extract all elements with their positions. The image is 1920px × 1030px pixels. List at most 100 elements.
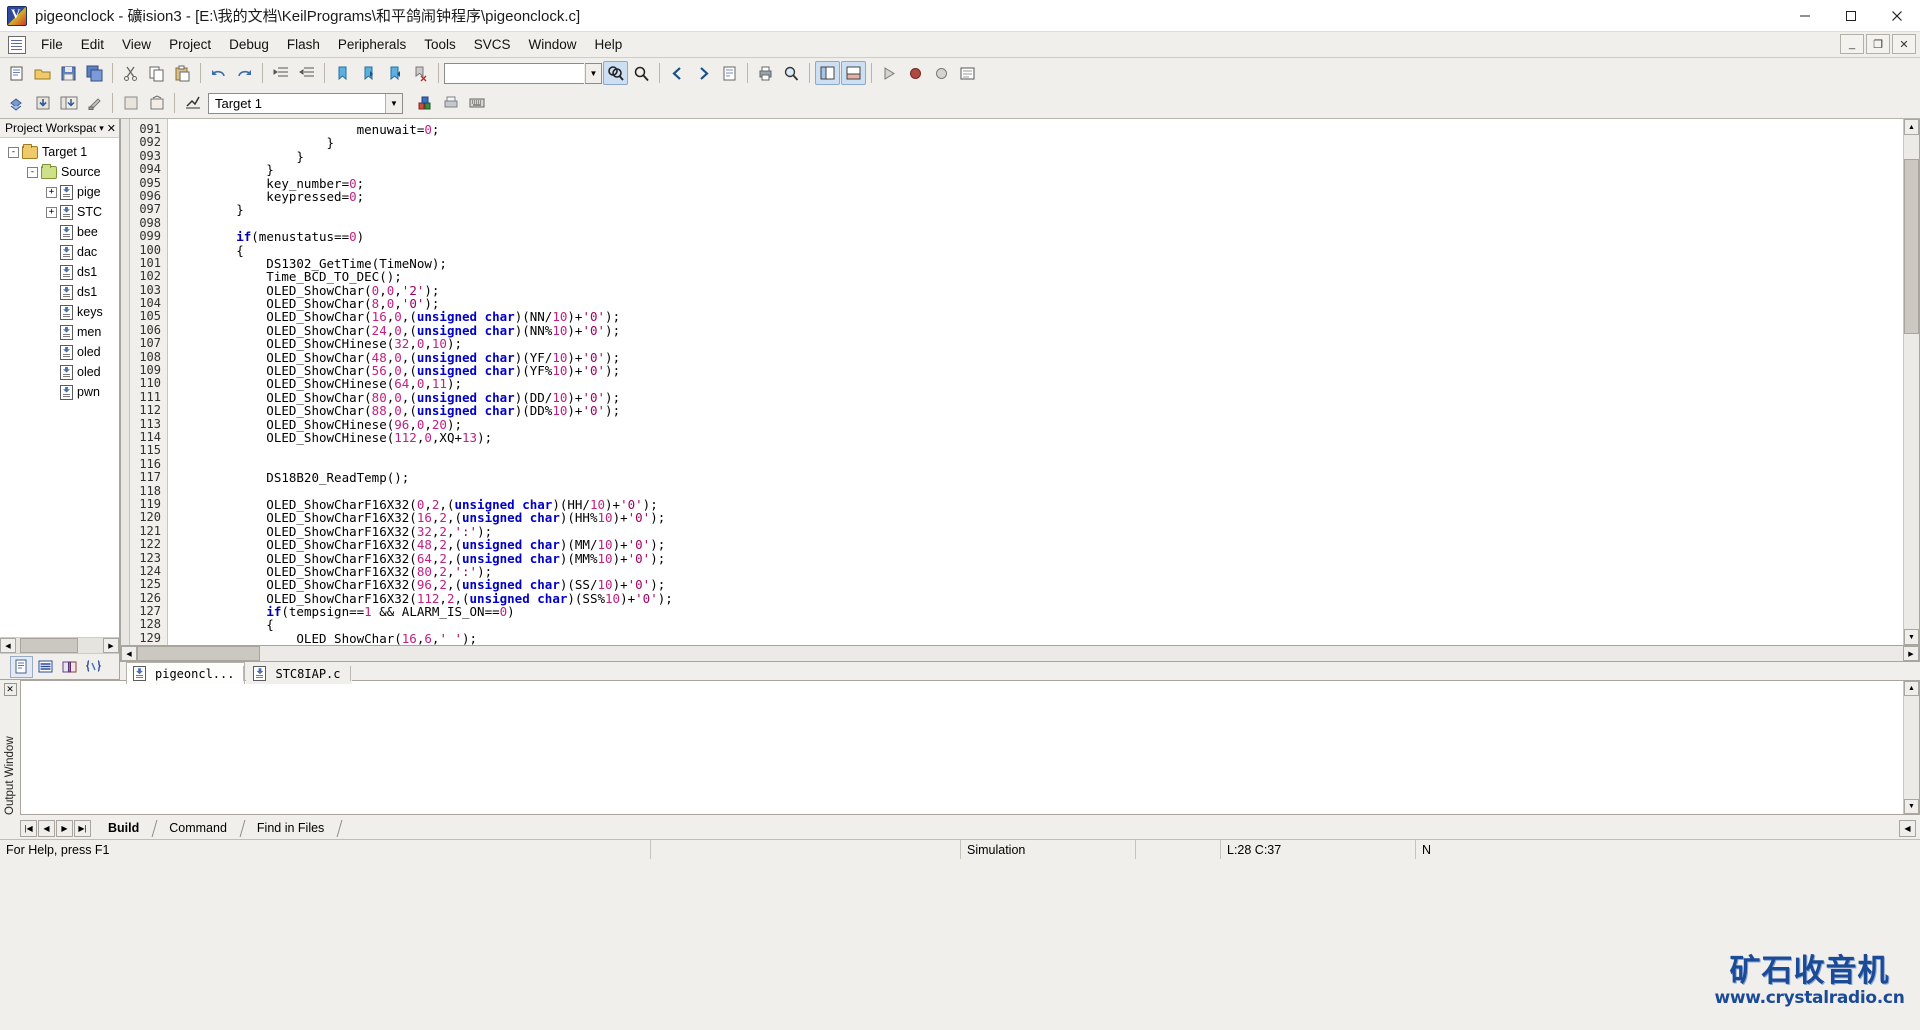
code-line[interactable]: keypressed=0; [176, 190, 1903, 203]
code-line[interactable]: key_number=0; [176, 177, 1903, 190]
code-line[interactable]: if(tempsign==1 && ALARM_IS_ON==0) [176, 605, 1903, 618]
tree-item-men[interactable]: men [0, 322, 119, 342]
tab-build[interactable]: Build [97, 819, 150, 838]
code-line[interactable]: OLED_ShowChar(48,0,(unsigned char)(YF/10… [176, 351, 1903, 364]
scroll-left-icon[interactable]: ◀ [0, 638, 16, 653]
tree-item-bee[interactable]: bee [0, 222, 119, 242]
code-line[interactable]: OLED_ShowChar(0,0,'2'); [176, 284, 1903, 297]
bookmark-prev-icon[interactable] [356, 61, 381, 85]
tree-item-stc[interactable]: +STC [0, 202, 119, 222]
menu-view[interactable]: View [113, 34, 160, 55]
tree-item-pige[interactable]: +pige [0, 182, 119, 202]
code-line[interactable]: OLED_ShowChar(88,0,(unsigned char)(DD%10… [176, 404, 1903, 417]
tree-item-ds1[interactable]: ds1 [0, 262, 119, 282]
prev-tab-icon[interactable]: ◀ [38, 820, 55, 837]
code-line[interactable]: DS18B20_ReadTemp(); [176, 471, 1903, 484]
code-line[interactable]: OLED_ShowCharF16X32(32,2,':'); [176, 525, 1903, 538]
open-file-icon[interactable] [30, 61, 55, 85]
scroll-right-icon[interactable]: ▶ [103, 638, 119, 653]
debug-icon[interactable] [877, 61, 902, 85]
menu-tools[interactable]: Tools [415, 34, 465, 55]
keyboard-icon[interactable] [464, 91, 489, 115]
pin-icon[interactable]: ▾ [99, 123, 104, 134]
code-line[interactable]: DS1302_GetTime(TimeNow); [176, 257, 1903, 270]
close-button[interactable] [1874, 0, 1920, 32]
editor-hscroll-thumb[interactable] [137, 646, 260, 661]
find-next-icon[interactable] [629, 61, 654, 85]
code-line[interactable]: } [176, 150, 1903, 163]
editor-hscrollbar[interactable]: ◀ ▶ [120, 646, 1920, 662]
project-tree[interactable]: -Target 1-Source+pige+STCbeedacds1ds1key… [0, 138, 119, 637]
code-line[interactable]: OLED_ShowCHinese(32,0,10); [176, 337, 1903, 350]
menu-help[interactable]: Help [586, 34, 632, 55]
code-line[interactable]: OLED_ShowCharF16X32(16,2,(unsigned char)… [176, 511, 1903, 524]
chevron-down-icon[interactable]: ▼ [385, 94, 402, 113]
tree-item-source[interactable]: -Source [0, 162, 119, 182]
file-tab-stc8iap-c[interactable]: STC8IAP.c [246, 662, 351, 684]
tab-regs-view[interactable] [34, 656, 57, 678]
code-line[interactable]: OLED_ShowCHinese(112,0,XQ+13); [176, 431, 1903, 444]
search-input[interactable] [444, 63, 584, 84]
code-line[interactable]: { [176, 618, 1903, 631]
output-text-area[interactable]: ▲ ▼ [20, 680, 1920, 815]
code-line[interactable]: if(menustatus==0) [176, 230, 1903, 243]
disable-bp-icon[interactable] [929, 61, 954, 85]
menu-svcs[interactable]: SVCS [465, 34, 520, 55]
undo-icon[interactable] [206, 61, 231, 85]
scroll-right-icon[interactable]: ▶ [1903, 646, 1919, 661]
code-line[interactable]: OLED_ShowCharF16X32(96,2,(unsigned char)… [176, 578, 1903, 591]
sidebar-scroll-thumb[interactable] [20, 638, 78, 653]
bookmark-next-icon[interactable] [382, 61, 407, 85]
zoom-icon[interactable] [779, 61, 804, 85]
scroll-up-icon[interactable]: ▲ [1904, 681, 1919, 696]
navigate-back-icon[interactable] [665, 61, 690, 85]
tab-files-view[interactable] [10, 656, 33, 678]
mdi-close-button[interactable]: ✕ [1892, 34, 1916, 54]
minimize-button[interactable] [1782, 0, 1828, 32]
code-line[interactable]: menuwait=0; [176, 123, 1903, 136]
code-line[interactable]: OLED_ShowCharF16X32(0,2,(unsigned char)(… [176, 498, 1903, 511]
cut-icon[interactable] [118, 61, 143, 85]
editor-vscrollbar[interactable]: ▲ ▼ [1903, 119, 1919, 645]
scroll-up-icon[interactable]: ▲ [1904, 119, 1919, 135]
code-line[interactable]: OLED_ShowCharF16X32(48,2,(unsigned char)… [176, 538, 1903, 551]
code-line[interactable] [176, 485, 1903, 498]
bookmark-clear-icon[interactable] [408, 61, 433, 85]
code-line[interactable]: { [176, 244, 1903, 257]
menu-project[interactable]: Project [160, 34, 220, 55]
tree-item-dac[interactable]: dac [0, 242, 119, 262]
navigate-forward-icon[interactable] [691, 61, 716, 85]
translate-icon[interactable] [4, 91, 29, 115]
paste-icon[interactable] [170, 61, 195, 85]
editor-vscroll-track[interactable] [1904, 135, 1919, 629]
expand-icon[interactable]: + [46, 207, 57, 218]
code-line[interactable]: OLED_ShowChar(56,0,(unsigned char)(YF%10… [176, 364, 1903, 377]
close-icon[interactable]: ✕ [107, 122, 116, 135]
code-line[interactable]: OLED_ShowChar(16,0,(unsigned char)(NN/10… [176, 310, 1903, 323]
manage-components-icon[interactable] [412, 91, 437, 115]
outdent-icon[interactable] [294, 61, 319, 85]
editor-vscroll-thumb[interactable] [1904, 159, 1919, 334]
output-vscroll-track[interactable] [1904, 696, 1919, 799]
scroll-down-icon[interactable]: ▼ [1904, 799, 1919, 814]
output-window-icon[interactable] [841, 61, 866, 85]
maximize-button[interactable] [1828, 0, 1874, 32]
code-line[interactable] [176, 458, 1903, 471]
search-dropdown[interactable]: ▼ [585, 63, 602, 84]
code-line[interactable]: OLED_ShowCHinese(64,0,11); [176, 377, 1903, 390]
tree-item-target 1[interactable]: -Target 1 [0, 142, 119, 162]
breakpoint-icon[interactable] [903, 61, 928, 85]
tree-item-oled[interactable]: oled [0, 362, 119, 382]
build-window-icon[interactable] [955, 61, 980, 85]
tab-command[interactable]: Command [158, 819, 238, 838]
select-target-icon[interactable] [180, 91, 205, 115]
tree-item-oled[interactable]: oled [0, 342, 119, 362]
last-tab-icon[interactable]: ▶| [74, 820, 91, 837]
sidebar-hscrollbar[interactable]: ◀ ▶ [0, 637, 119, 653]
code-editor[interactable]: 0910920930940950960970980991001011021031… [120, 119, 1920, 646]
sidebar-scroll-track[interactable] [16, 638, 103, 653]
batch-build-icon[interactable] [82, 91, 107, 115]
tab-find-in-files[interactable]: Find in Files [246, 819, 335, 838]
target-options-icon[interactable] [144, 91, 169, 115]
code-line[interactable]: } [176, 136, 1903, 149]
